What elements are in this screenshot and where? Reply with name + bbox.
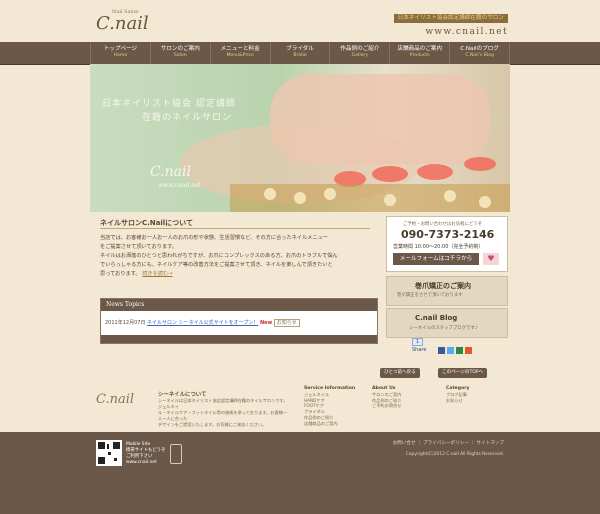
- nav-label: トップページ: [103, 46, 138, 52]
- mail-form-button[interactable]: メールフォームはコチラから: [393, 253, 479, 265]
- page-top-button[interactable]: このページのTOPへ: [438, 368, 488, 378]
- nav-sublabel: Home: [113, 53, 128, 58]
- nav-label: ブライダル: [286, 46, 314, 52]
- qr-code-icon: [96, 440, 122, 466]
- news-topics-box: News Topics 2011年12月07日 ネイルサロン シーネイル公式サイ…: [100, 298, 378, 344]
- footer-about-text: ル・ネイルケア・フットネイル等の施術を承っております。お客様一人一人に合った: [158, 410, 288, 421]
- hero-logo: C.nail: [150, 164, 191, 180]
- copyright: Copyright(C)2012 C.nail All Rights Reser…: [405, 452, 504, 457]
- tel-caption: ご予約・お問い合わせはお気軽にどうぞ: [403, 222, 483, 227]
- about-line: ネイルはお洒落のひとつと思われがちですが、お爪にコンプレックスのある方、お爪のト…: [100, 253, 338, 259]
- new-badge: New: [259, 320, 273, 326]
- footer-link[interactable]: ご予約お問合せ: [372, 403, 401, 409]
- about-line: 思っております。: [100, 271, 141, 277]
- hero-nails-illustration: [180, 74, 510, 212]
- blog-banner[interactable]: C.nail Blog シーネイルのスタッフブログです♪: [386, 308, 508, 338]
- logo-text: C.nail: [96, 13, 149, 34]
- footer-category-col: Category ブログ記事 お知らせ: [446, 386, 470, 403]
- phone-number[interactable]: 090-7373-2146: [401, 228, 494, 241]
- ingrown-nail-banner[interactable]: 巻爪矯正のご案内 巻爪矯正をさせて頂いております: [386, 276, 508, 306]
- nav-label: 作品例のご紹介: [340, 46, 380, 52]
- main-nav: トップページ Home サロンのご案内 Salon メニューと料金 Menu&P…: [0, 42, 600, 65]
- header: Nail Salon C.nail 日本ネイリスト協会認定講師在籍のサロン ww…: [90, 0, 510, 40]
- nav-label: メニューと料金: [220, 46, 260, 52]
- footer-link[interactable]: ブログ記事: [446, 392, 470, 398]
- share-count: 1: [412, 338, 424, 346]
- nav-sublabel: Bridal: [293, 53, 307, 58]
- about-title: ネイルサロンC.Nailについて: [100, 219, 193, 227]
- nav-sublabel: Menu&Price: [226, 53, 254, 58]
- back-button[interactable]: ひとつ前へ戻る: [380, 368, 420, 378]
- nav-sublabel: Gallery: [351, 53, 369, 58]
- hero-headline: 日本ネイリスト協会 認定講師: [102, 99, 236, 109]
- social-share: 1 Share: [412, 338, 482, 356]
- bookmark-icon[interactable]: [465, 347, 472, 354]
- footer-about-text: デザインをご提案いたします。お気軽にご来店ください。: [158, 422, 267, 427]
- about-body: 当店では、お客様お一人お一人のお爪の形や状態、生活習慣など、その方に合ったネイル…: [100, 234, 378, 279]
- banner-title: 巻爪矯正のご案内: [415, 282, 471, 290]
- about-line: 当店では、お客様お一人お一人のお爪の形や状態、生活習慣など、その方に合ったネイル…: [100, 235, 328, 241]
- news-footer-bar: [101, 335, 377, 343]
- footer-about: シーネイルについて シーネイルは日本ネイリスト協会認定講師在籍のネイルサロンです…: [158, 390, 288, 428]
- footer-logo[interactable]: C.nail: [96, 392, 134, 407]
- nav-label: C.Nailのブログ: [460, 46, 499, 52]
- mobile-site-info: Mobile Site 携帯サイトもどうぞ ご利用下さい www.cnail.n…: [126, 442, 165, 466]
- nav-item-salon[interactable]: サロンのご案内 Salon: [149, 42, 210, 64]
- banner-title: C.nail Blog: [415, 314, 458, 322]
- site-logo[interactable]: Nail Salon C.nail: [90, 8, 162, 40]
- about-line: でいらっしゃる方にも、ネイルケア等の改善方法をご提案させて頂き、ネイルを楽しんで…: [100, 262, 333, 268]
- news-link[interactable]: ネイルサロン シーネイル公式サイトをオープン！: [147, 320, 258, 326]
- nav-item-gallery[interactable]: 作品例のご紹介 Gallery: [329, 42, 389, 64]
- footer-col-heading: Service Information: [304, 386, 356, 391]
- footer-link[interactable]: 店舗商品のご案内: [304, 421, 355, 427]
- business-hours: 営業時間 10:00～20:00（完全予約制）: [393, 244, 484, 250]
- nav-sublabel: Products: [409, 53, 430, 58]
- banner-subtitle: 巻爪矯正をさせて頂いております: [397, 293, 463, 298]
- read-more-link[interactable]: 続きを読む→: [142, 271, 172, 277]
- banner-subtitle: シーネイルのスタッフブログです♪: [409, 326, 478, 331]
- nav-item-blog[interactable]: C.Nailのブログ C.Nail's Blog: [449, 42, 511, 64]
- nav-item-home[interactable]: トップページ Home: [90, 42, 150, 64]
- share-button[interactable]: Share: [412, 347, 426, 353]
- nav-sublabel: Salon: [173, 53, 187, 58]
- hero-banner: 日本ネイリスト協会 認定講師 在籍のネイルサロン C.nail www.cnai…: [90, 64, 510, 212]
- page-nav-buttons: ひとつ前へ戻る このページのTOPへ: [380, 368, 510, 379]
- site-domain: www.cnail.net: [425, 27, 508, 37]
- footer-links[interactable]: お問い合せ ｜ プライバシーポリシー ｜ サイトマップ: [393, 440, 504, 446]
- facebook-icon[interactable]: [438, 347, 445, 354]
- mobile-phone-icon: [170, 444, 182, 464]
- hero-subline: 在籍のネイルサロン: [142, 113, 233, 123]
- nav-item-products[interactable]: 店舗商品のご案内 Products: [389, 42, 449, 64]
- footer-link[interactable]: サロンのご案内: [372, 392, 401, 398]
- footer-about-text: シーネイルは日本ネイリスト協会認定講師在籍のネイルサロンです。ジェルネイ: [158, 398, 288, 409]
- news-title: News Topics: [101, 299, 377, 311]
- twitter-icon[interactable]: [447, 347, 454, 354]
- page: Nail Salon C.nail 日本ネイリスト協会認定講師在籍のサロン ww…: [0, 0, 600, 514]
- news-category-tag[interactable]: お知らせ: [273, 319, 300, 327]
- nav-item-menu[interactable]: メニューと料金 Menu&Price: [209, 42, 270, 64]
- footer-service-col: Service Information ジェルネイル HANDケア FOOTケア…: [304, 386, 355, 427]
- footer-link[interactable]: お知らせ: [446, 398, 470, 404]
- mobile-url[interactable]: www.cnail.net: [126, 460, 165, 466]
- footer-aboutus-col: About Us サロンのご案内 作品例のご紹介 ご予約お問合せ: [372, 386, 401, 409]
- footer-about-heading: シーネイルについて: [158, 392, 207, 398]
- nav-item-bridal[interactable]: ブライダル Bridal: [269, 42, 330, 64]
- about-line: をご提案させて頂いております。: [100, 244, 177, 250]
- nav-label: 店舗商品のご案内: [397, 46, 443, 52]
- news-item: 2011年12月07日 ネイルサロン シーネイル公式サイトをオープン！ New …: [105, 319, 300, 327]
- tagline-badge: 日本ネイリスト協会認定講師在籍のサロン: [393, 14, 508, 23]
- footer-bar: [0, 432, 600, 514]
- heart-icon: ♥: [483, 253, 499, 265]
- main-content: ネイルサロンC.Nailについて 当店では、お客様お一人お一人のお爪の形や状態、…: [90, 212, 510, 372]
- contact-box: ご予約・お問い合わせはお気軽にどうぞ 090-7373-2146 営業時間 10…: [386, 216, 508, 272]
- hero-domain: www.cnail.net: [158, 182, 201, 189]
- footer: C.nail シーネイルについて シーネイルは日本ネイリスト協会認定講師在籍のネ…: [90, 380, 510, 430]
- divider: [100, 228, 370, 229]
- news-date: 2011年12月07日: [105, 320, 146, 326]
- nav-sublabel: C.Nail's Blog: [465, 53, 494, 58]
- nav-label: サロンのご案内: [160, 46, 200, 52]
- mixi-icon[interactable]: [456, 347, 463, 354]
- footer-col-heading: Category: [446, 386, 470, 391]
